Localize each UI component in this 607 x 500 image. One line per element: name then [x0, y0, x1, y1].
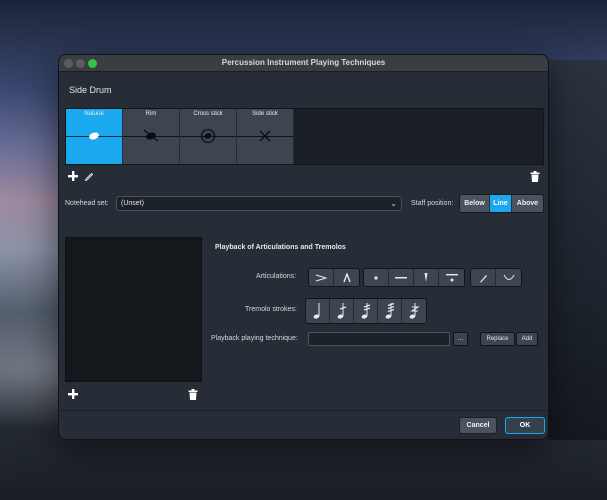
instrument-name: Side Drum	[69, 85, 112, 95]
crossed-oval-icon	[143, 129, 159, 142]
delete-technique-button[interactable]	[529, 170, 541, 182]
window-title: Percussion Instrument Playing Techniques	[221, 58, 386, 67]
staff-position-above-button[interactable]: Above	[512, 195, 543, 212]
accent-icon[interactable]	[309, 269, 334, 286]
tremolo-strokes-group	[305, 298, 427, 324]
cancel-button[interactable]: Cancel	[459, 417, 497, 434]
add-button[interactable]: Add	[516, 332, 538, 346]
pencil-icon	[84, 172, 94, 181]
notehead-set-label: Notehead set:	[65, 200, 109, 207]
tremolo-none-icon[interactable]	[306, 299, 330, 323]
technique-cross-stick[interactable]: Cross stick	[180, 109, 237, 164]
tenuto-icon[interactable]	[389, 269, 414, 286]
tremolo-three-strokes-icon[interactable]	[378, 299, 402, 323]
trash-icon	[188, 388, 198, 400]
tremolo-two-strokes-icon[interactable]	[354, 299, 378, 323]
technique-label: Rim	[145, 111, 157, 117]
ok-button[interactable]: OK	[505, 417, 545, 434]
tremolo-one-stroke-icon[interactable]	[330, 299, 354, 323]
duration-articulations-group	[363, 268, 465, 287]
technique-label: Side stick	[252, 111, 278, 117]
accent-articulations-group	[308, 268, 360, 287]
circled-notehead-icon	[200, 128, 216, 144]
staccatissimo-icon[interactable]	[414, 269, 439, 286]
notehead-set-dropdown[interactable]: (Unset) ⌄	[116, 196, 402, 211]
replace-button[interactable]: Replace	[480, 332, 515, 346]
technique-strip: Natural Rim Cross stick Side stick	[65, 108, 544, 165]
dialog-window: Percussion Instrument Playing Techniques…	[58, 54, 549, 440]
background-mountain	[548, 60, 607, 440]
staff-position-segmented: Below Line Above	[459, 194, 544, 213]
add-playback-button[interactable]	[67, 388, 79, 400]
articulations-label: Articulations:	[256, 273, 297, 280]
technique-natural[interactable]: Natural	[66, 109, 123, 164]
playback-list-panel[interactable]	[65, 237, 202, 382]
tremolo-strokes-label: Tremolo strokes:	[245, 306, 297, 313]
trash-icon	[530, 170, 540, 182]
tremolo-z-icon[interactable]	[402, 299, 426, 323]
marcato-icon[interactable]	[334, 269, 359, 286]
technique-label: Natural	[84, 111, 104, 117]
staff-position-label: Staff position:	[411, 200, 454, 207]
staff-position-below-button[interactable]: Below	[460, 195, 490, 212]
staccato-icon[interactable]	[364, 269, 389, 286]
plus-icon	[68, 389, 78, 399]
add-technique-button[interactable]	[67, 170, 79, 182]
delete-playback-button[interactable]	[187, 388, 199, 400]
chevron-down-icon: ⌄	[390, 199, 397, 208]
technique-rim[interactable]: Rim	[123, 109, 180, 164]
playback-technique-label: Playback playing technique:	[211, 335, 298, 342]
technique-label: Cross stick	[193, 111, 223, 117]
tenuto-staccato-icon[interactable]	[439, 269, 464, 286]
footer-divider	[59, 410, 548, 411]
filled-oval-icon	[89, 132, 99, 140]
edit-technique-button[interactable]	[83, 170, 95, 182]
plus-icon	[68, 171, 78, 181]
stress-icon[interactable]	[471, 269, 496, 286]
technique-side-stick[interactable]: Side stick	[237, 109, 294, 164]
browse-button[interactable]: ...	[453, 332, 468, 346]
staff-position-line-button[interactable]: Line	[490, 195, 512, 212]
playback-section-title: Playback of Articulations and Tremolos	[215, 244, 346, 251]
playback-technique-field[interactable]	[308, 332, 450, 346]
stress-articulations-group	[470, 268, 522, 287]
slur-icon[interactable]	[496, 269, 521, 286]
title-bar[interactable]: Percussion Instrument Playing Techniques	[59, 55, 548, 72]
x-notehead-icon	[259, 130, 271, 142]
notehead-set-value: (Unset)	[121, 200, 144, 207]
